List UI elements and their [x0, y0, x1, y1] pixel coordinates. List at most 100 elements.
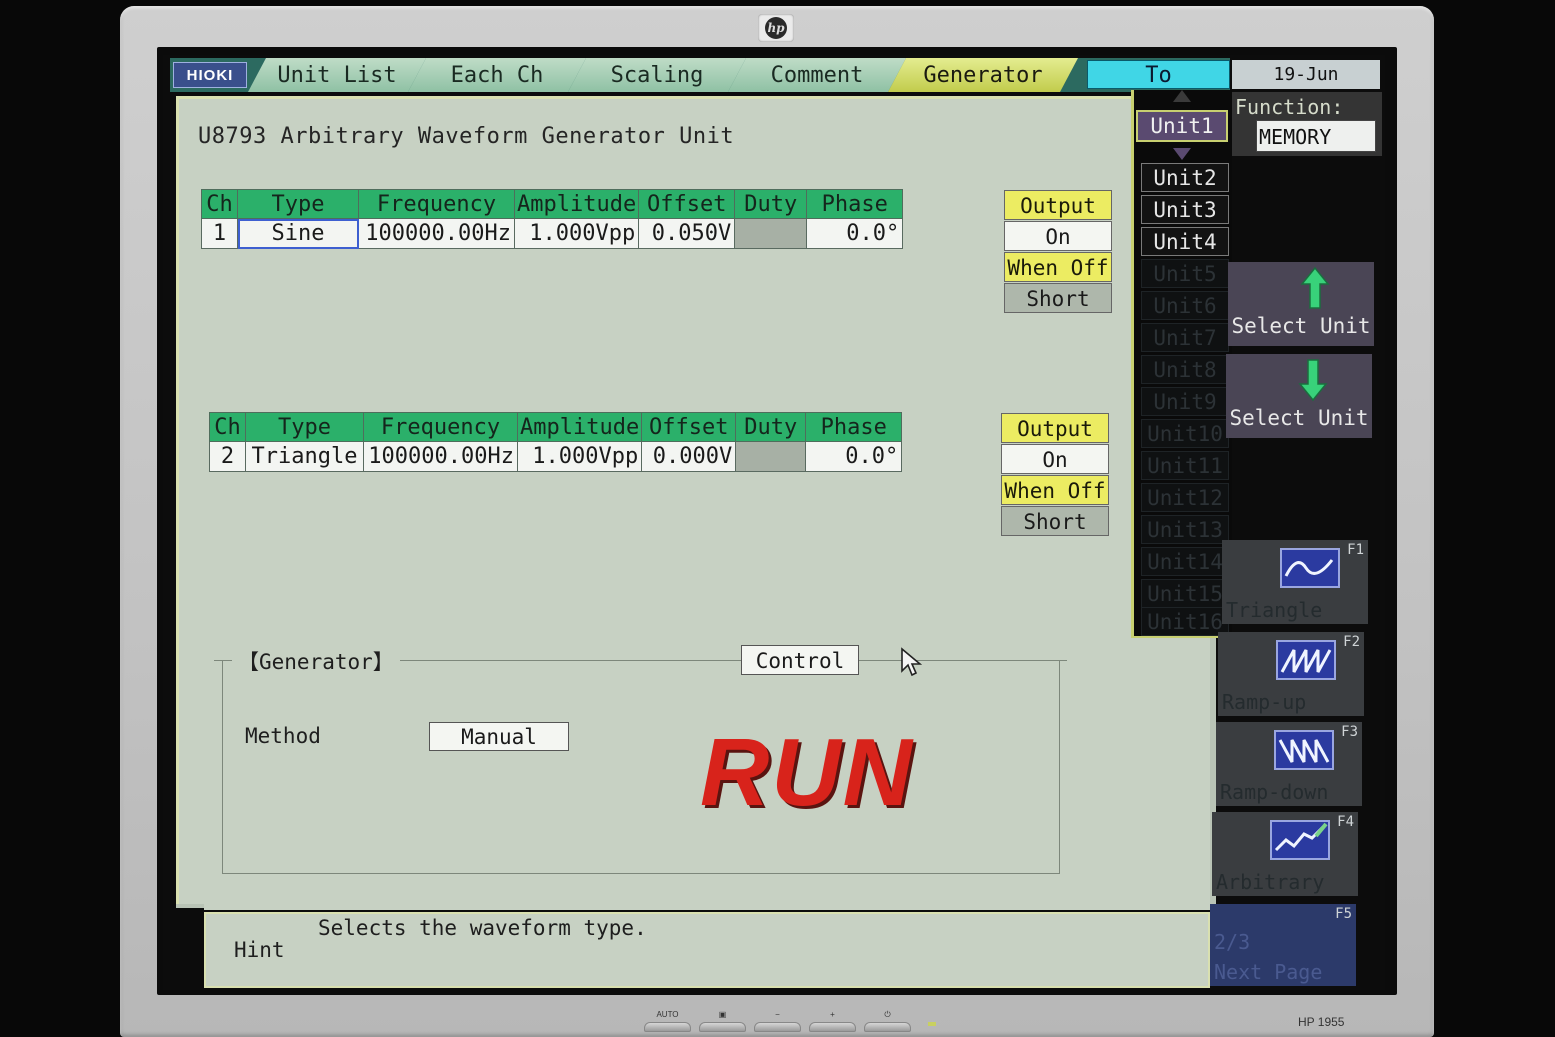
- select-unit-down-button[interactable]: Select Unit: [1226, 354, 1372, 438]
- tab-unit-list[interactable]: Unit List: [248, 58, 426, 92]
- unit-item-15: Unit15: [1141, 579, 1229, 608]
- fkey-number: F4: [1337, 814, 1354, 830]
- power-icon: ⏻: [884, 1010, 891, 1019]
- col-ch: Ch: [209, 412, 246, 442]
- fkey-label: Ramp-up: [1222, 690, 1307, 714]
- group-divider: [380, 660, 742, 661]
- to-waveform-button[interactable]: To waveform: [1087, 60, 1230, 117]
- select-unit-up-label: Select Unit: [1231, 314, 1371, 338]
- unit-item-16: Unit16: [1141, 607, 1229, 636]
- page-indicator: 2/3: [1214, 930, 1251, 954]
- generator-group-title: 【Generator】: [232, 646, 400, 676]
- when-off-header: When Off: [1001, 475, 1109, 505]
- ramp-up-wave-icon: [1276, 640, 1336, 680]
- unit-item-4[interactable]: Unit4: [1141, 227, 1229, 256]
- fkey-label: Next Page: [1214, 960, 1323, 984]
- unit-item-8: Unit8: [1141, 355, 1229, 384]
- function-value: MEMORY: [1256, 120, 1376, 152]
- run-status: RUN: [700, 719, 914, 826]
- power-led: [928, 1022, 936, 1026]
- f3-ramp-down-button[interactable]: F3 Ramp-down: [1216, 722, 1362, 806]
- col-frequency: Frequency: [363, 412, 518, 442]
- tab-comment[interactable]: Comment: [728, 58, 906, 92]
- select-unit-down-label: Select Unit: [1229, 406, 1369, 430]
- f2-ramp-up-button[interactable]: F2 Ramp-up: [1218, 632, 1364, 716]
- col-type: Type: [245, 412, 364, 442]
- frequency-field[interactable]: 100000.00Hz: [363, 441, 518, 472]
- monitor-button-power[interactable]: ⏻: [860, 1010, 915, 1032]
- unit-item-6: Unit6: [1141, 291, 1229, 320]
- fkey-number: F2: [1343, 634, 1360, 650]
- monitor-button-input[interactable]: ▣: [695, 1010, 750, 1032]
- monitor-button-minus[interactable]: −: [750, 1010, 805, 1032]
- phase-field[interactable]: 0.0°: [806, 218, 904, 249]
- method-label: Method: [245, 724, 321, 748]
- duty-field: [734, 218, 808, 249]
- scroll-up-arrow-icon[interactable]: [1173, 90, 1191, 102]
- output-header: Output: [1001, 413, 1109, 443]
- datetime-display: 19-Jun 10:55:19: [1232, 60, 1380, 114]
- mouse-cursor-icon: [901, 647, 922, 677]
- col-ch: Ch: [201, 189, 238, 219]
- generator-group-frame: [222, 660, 1060, 874]
- fkey-number: F5: [1335, 906, 1352, 922]
- when-off-header: When Off: [1004, 252, 1112, 282]
- col-phase: Phase: [805, 412, 903, 442]
- type-field[interactable]: Sine: [237, 218, 359, 249]
- amplitude-field[interactable]: 1.000Vpp: [516, 441, 643, 472]
- arrow-down-icon: [1298, 359, 1328, 402]
- unit-item-9: Unit9: [1141, 387, 1229, 416]
- control-button[interactable]: Control: [741, 645, 859, 675]
- tab-each-ch[interactable]: Each Ch: [408, 58, 586, 92]
- unit-item-14: Unit14: [1141, 547, 1229, 576]
- offset-field[interactable]: 0.000V: [641, 441, 737, 472]
- hint-text: Selects the waveform type.: [318, 916, 647, 940]
- output-value-button[interactable]: On: [1001, 444, 1109, 474]
- frequency-field[interactable]: 100000.00Hz: [358, 218, 515, 249]
- f5-next-page-button[interactable]: F5 2/3 Next Page: [1210, 904, 1356, 986]
- f4-arbitrary-button[interactable]: F4 Arbitrary: [1212, 812, 1358, 896]
- amplitude-field[interactable]: 1.000Vpp: [513, 218, 640, 249]
- ch-number: 1: [201, 218, 238, 249]
- output-header: Output: [1004, 190, 1112, 220]
- channel-2-output-options: Output On When Off Short: [1001, 413, 1109, 537]
- monitor-model-label: HP 1955: [1298, 1015, 1345, 1029]
- triangle-wave-icon: [1280, 548, 1340, 588]
- unit-item-2[interactable]: Unit2: [1141, 163, 1229, 192]
- unit-item-5: Unit5: [1141, 259, 1229, 288]
- unit-title: U8793 Arbitrary Waveform Generator Unit: [198, 124, 735, 149]
- when-off-value-button[interactable]: Short: [1001, 506, 1109, 536]
- ramp-down-wave-icon: [1274, 730, 1334, 770]
- unit-item-1[interactable]: Unit1: [1136, 110, 1228, 142]
- unit-item-10: Unit10: [1141, 419, 1229, 448]
- output-value-button[interactable]: On: [1004, 221, 1112, 251]
- unit-item-3[interactable]: Unit3: [1141, 195, 1229, 224]
- offset-field[interactable]: 0.050V: [638, 218, 736, 249]
- col-offset: Offset: [641, 412, 737, 442]
- unit-item-7: Unit7: [1141, 323, 1229, 352]
- fkey-label: Triangle: [1226, 598, 1323, 622]
- arbitrary-wave-icon: [1270, 820, 1330, 860]
- col-amplitude: Amplitude: [513, 189, 640, 219]
- col-duty: Duty: [734, 189, 808, 219]
- fkey-label: Arbitrary: [1216, 870, 1325, 894]
- unit-item-13: Unit13: [1141, 515, 1229, 544]
- monitor-button-plus[interactable]: +: [805, 1010, 860, 1032]
- fkey-label: Ramp-down: [1220, 780, 1329, 804]
- function-label: Function:: [1235, 95, 1344, 119]
- tab-scaling[interactable]: Scaling: [568, 58, 746, 92]
- when-off-value-button[interactable]: Short: [1004, 283, 1112, 313]
- hint-label: Hint: [234, 938, 285, 962]
- f1-triangle-button[interactable]: F1 Triangle: [1222, 540, 1368, 624]
- hp-logo-text: hp: [765, 17, 787, 39]
- table-row: 2 Triangle 100000.00Hz 1.000Vpp 0.000V 0…: [209, 441, 903, 472]
- type-field[interactable]: Triangle: [245, 441, 364, 472]
- col-offset: Offset: [638, 189, 736, 219]
- select-unit-up-button[interactable]: Select Unit: [1228, 262, 1374, 346]
- phase-field[interactable]: 0.0°: [805, 441, 903, 472]
- monitor-button-auto[interactable]: AUTO: [640, 1010, 695, 1032]
- tab-generator[interactable]: Generator: [888, 58, 1078, 92]
- scroll-down-arrow-icon[interactable]: [1173, 148, 1191, 160]
- monitor-button-label: +: [830, 1010, 835, 1019]
- method-select[interactable]: Manual: [429, 722, 569, 751]
